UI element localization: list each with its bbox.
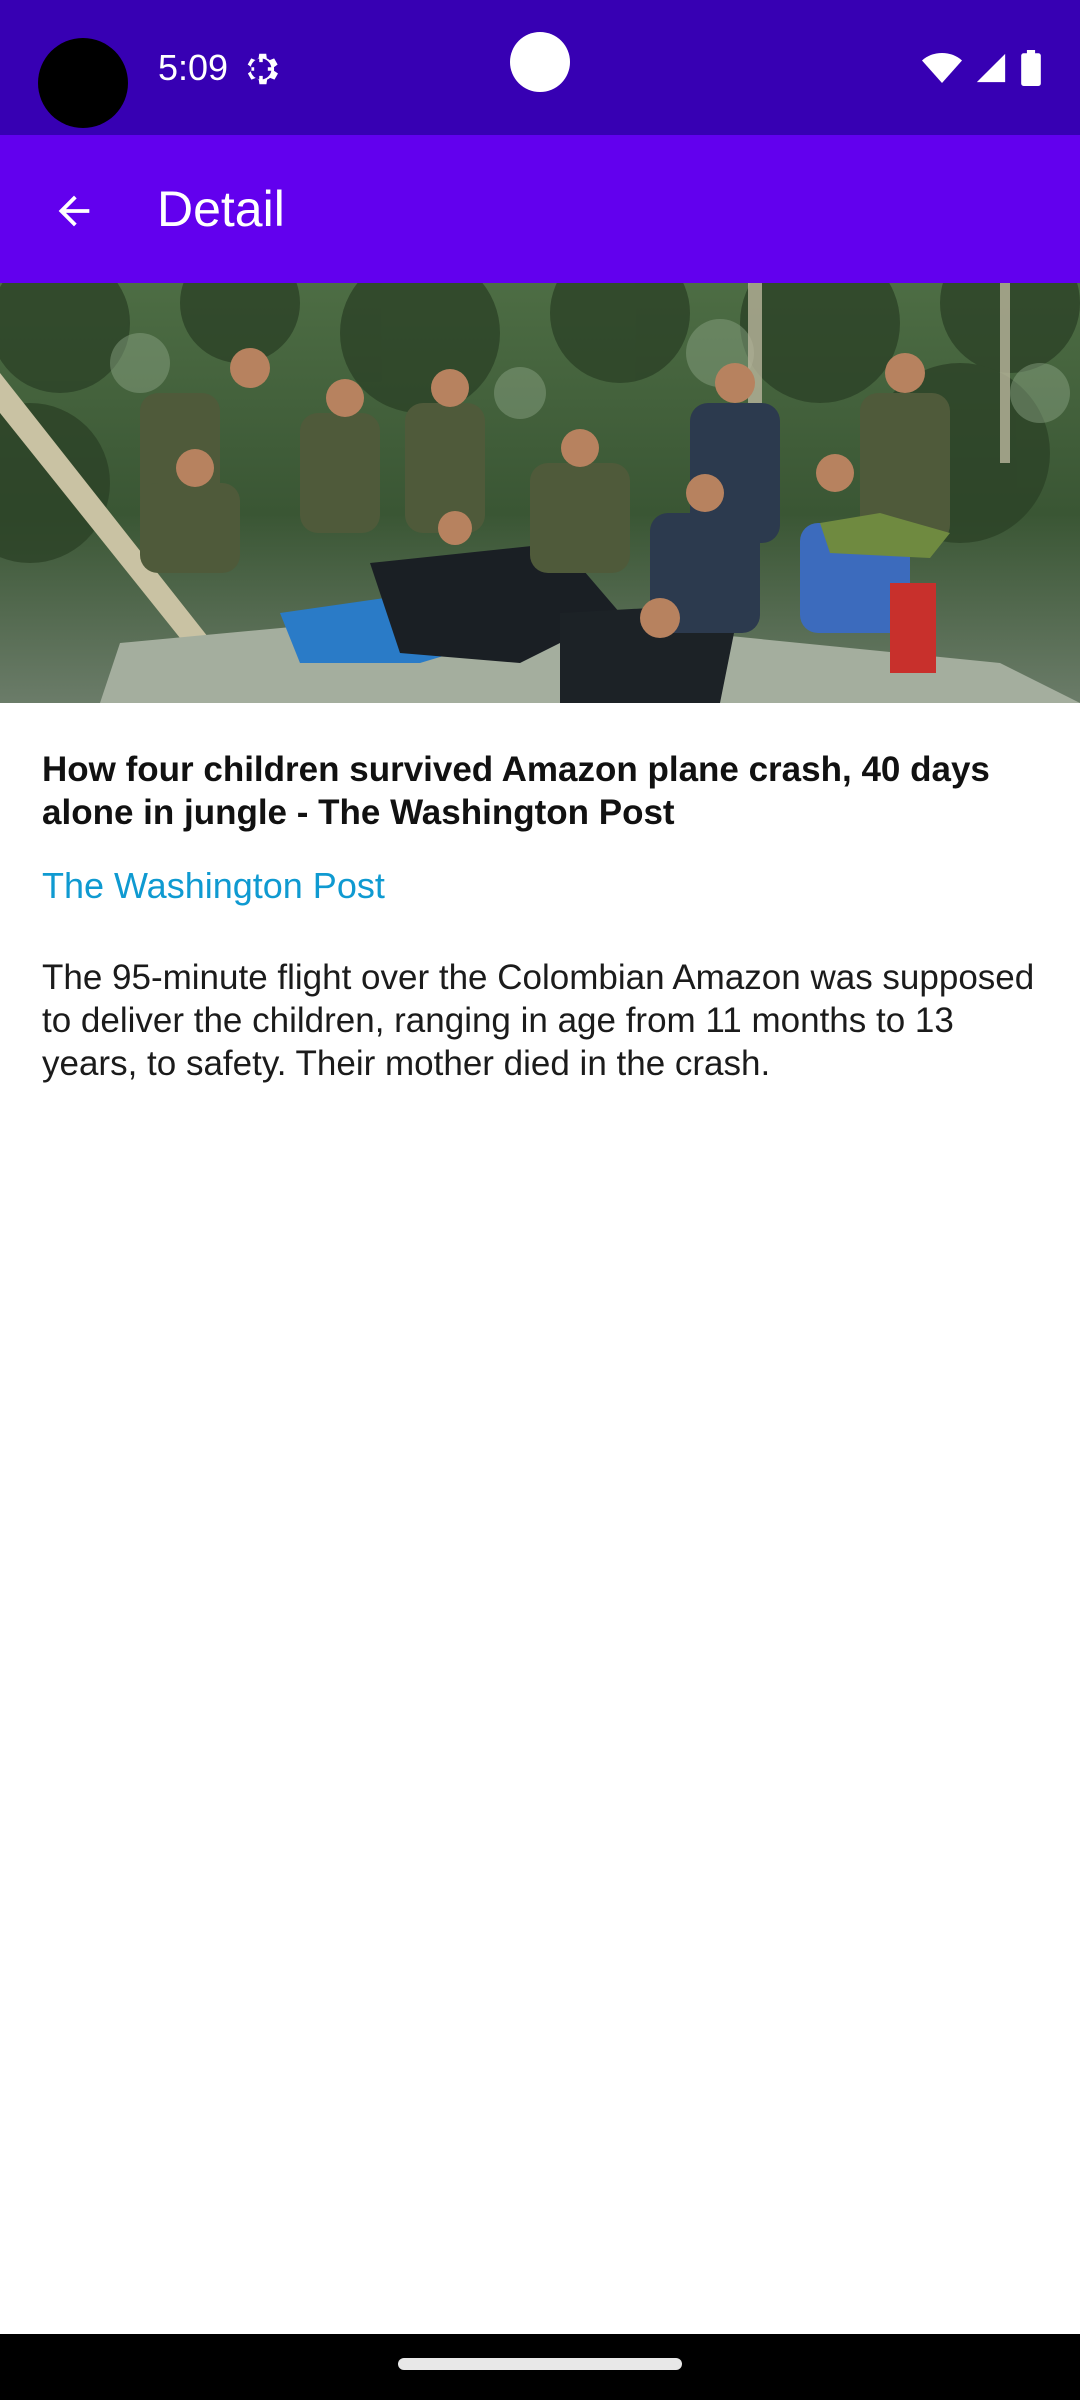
article-headline: How four children survived Amazon plane … [42, 750, 990, 832]
app-bar: Detail [0, 135, 1080, 283]
home-handle[interactable] [398, 2358, 682, 2370]
status-icons [922, 48, 1042, 88]
gear-icon [247, 53, 278, 85]
front-camera [510, 32, 570, 92]
arrow-back-icon [58, 195, 90, 227]
article-photo [0, 283, 1080, 703]
navigation-bar [0, 2334, 1080, 2400]
battery-icon [1021, 50, 1041, 86]
article-source-link[interactable]: The Washington Post [42, 862, 385, 910]
page-title: Detail [157, 181, 285, 237]
wifi-icon [922, 53, 962, 83]
status-time: 5:09 [158, 47, 229, 88]
article-summary: The 95-minute flight over the Colombian … [42, 958, 1035, 1083]
back-button[interactable] [32, 169, 116, 253]
signal-icon [976, 53, 1006, 83]
status-bar: 5:09 [0, 0, 1080, 135]
camera-cutout [38, 38, 128, 128]
